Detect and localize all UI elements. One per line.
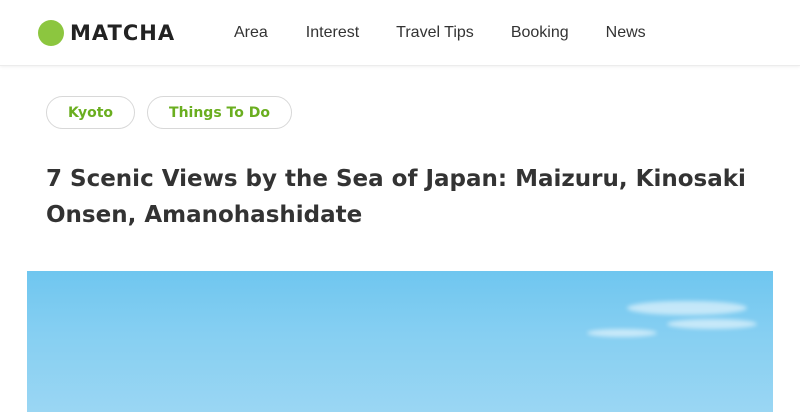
cloud-shape <box>587 329 657 337</box>
hero-image <box>27 271 773 412</box>
article-title: 7 Scenic Views by the Sea of Japan: Maiz… <box>46 166 746 228</box>
cloud-shape <box>667 319 757 329</box>
logo-text: MATCHA <box>70 21 176 45</box>
logo-dot-icon <box>38 20 64 46</box>
nav-item-interest[interactable]: Interest <box>306 24 359 42</box>
main-nav: Area Interest Travel Tips Booking News <box>234 0 683 66</box>
tag-kyoto[interactable]: Kyoto <box>46 96 136 129</box>
logo-link[interactable]: MATCHA <box>38 19 175 47</box>
nav-item-area[interactable]: Area <box>234 24 268 42</box>
nav-item-booking[interactable]: Booking <box>511 24 569 42</box>
cloud-shape <box>627 301 747 315</box>
article-tags: Kyoto Things To Do <box>46 96 304 129</box>
site-header: MATCHA Area Interest Travel Tips Booking… <box>0 0 800 66</box>
nav-item-travel-tips[interactable]: Travel Tips <box>396 24 474 42</box>
nav-item-news[interactable]: News <box>606 24 646 42</box>
tag-things-to-do[interactable]: Things To Do <box>147 96 292 129</box>
